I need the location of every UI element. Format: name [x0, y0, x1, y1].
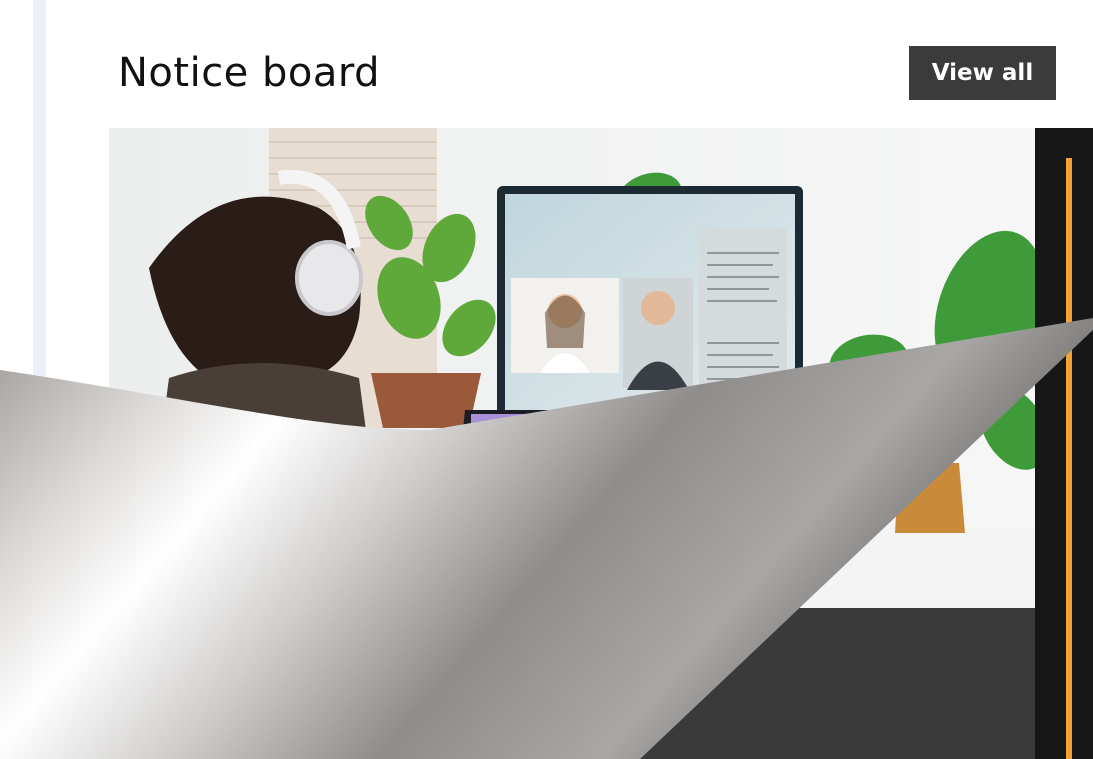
- next-notice-card[interactable]: [1035, 128, 1093, 759]
- notice-image: [109, 128, 1035, 608]
- next-notice-accent-bar: [1066, 158, 1072, 759]
- side-rail: [33, 0, 46, 759]
- notice-date: March 30, 2020: [137, 650, 486, 696]
- notice-excerpt: Covid-19 cases and: [137, 728, 490, 759]
- view-all-button[interactable]: View all: [909, 46, 1056, 100]
- section-title: Notice board: [118, 50, 381, 96]
- notice-card[interactable]: March 30, 2020 Covid-19 cases and: [109, 128, 1035, 759]
